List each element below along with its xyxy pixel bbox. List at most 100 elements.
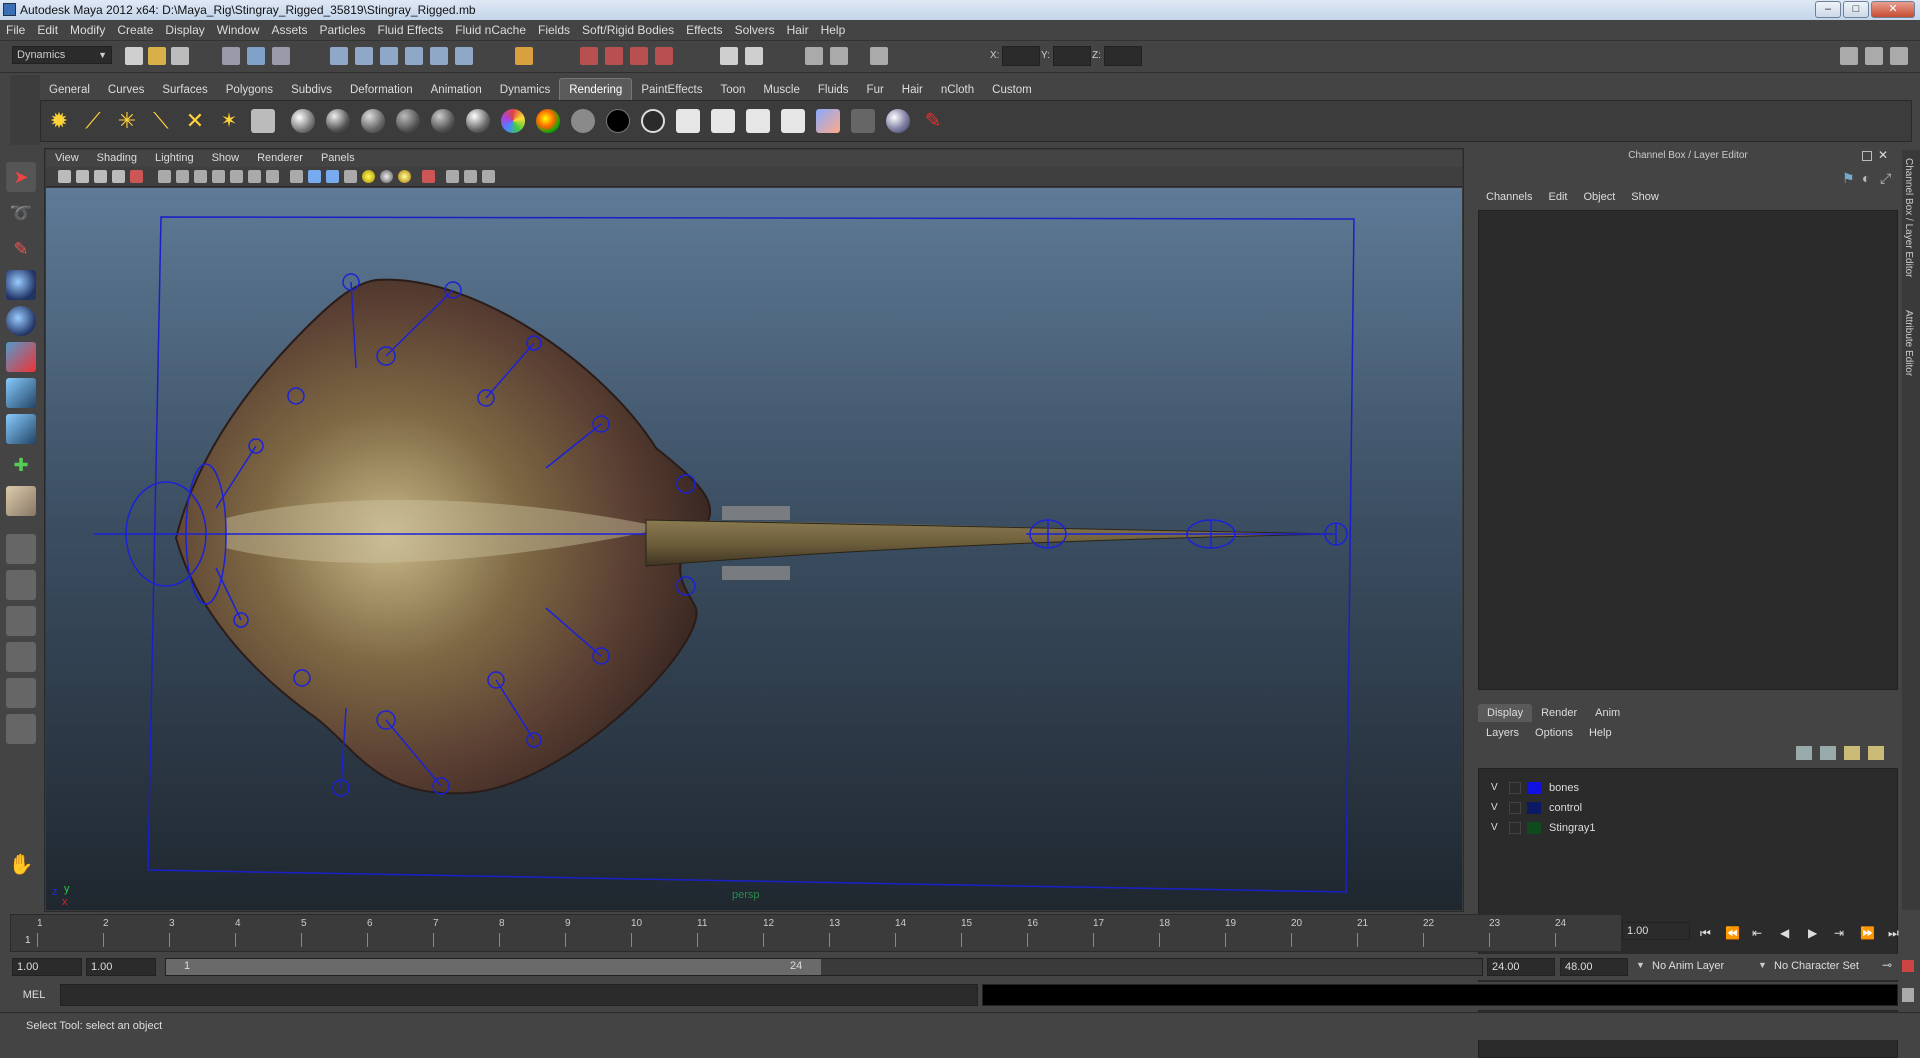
last-tool-icon[interactable] (6, 486, 36, 516)
hud-icon[interactable] (266, 170, 279, 183)
tab-polygons[interactable]: Polygons (217, 79, 282, 101)
preferences-icon[interactable] (1902, 960, 1914, 972)
grid-icon[interactable] (158, 170, 171, 183)
menu-effects[interactable]: Effects (680, 20, 728, 41)
menu-file[interactable]: File (0, 20, 31, 41)
panel-menu-view[interactable]: View (46, 150, 88, 167)
single-perspective-layout-icon[interactable] (6, 534, 36, 564)
magnet-icon[interactable] (515, 47, 533, 65)
go-to-end-icon[interactable]: ⏭ (1888, 926, 1899, 941)
layout-icon[interactable] (1840, 47, 1858, 65)
show-menu[interactable]: Show (1623, 188, 1667, 206)
smooth-shade-icon[interactable] (308, 170, 321, 183)
layer-row[interactable]: V Stingray1 (1479, 819, 1897, 838)
tab-anim[interactable]: Anim (1586, 704, 1629, 722)
layer-color-swatch[interactable] (1527, 802, 1541, 814)
render-view-icon[interactable] (781, 109, 805, 133)
tab-subdivs[interactable]: Subdivs (282, 79, 341, 101)
manip-icon[interactable]: ◐ (1862, 170, 1870, 186)
scale-tool-icon[interactable] (6, 342, 36, 372)
panel-menu-panels[interactable]: Panels (312, 150, 364, 167)
minimize-button[interactable]: – (1815, 1, 1841, 18)
hypershade-layout-icon[interactable] (6, 678, 36, 708)
layers-menu[interactable]: Layers (1478, 724, 1527, 742)
open-scene-icon[interactable] (148, 47, 166, 65)
tab-animation[interactable]: Animation (422, 79, 491, 101)
universal-manip-icon[interactable] (6, 378, 36, 408)
tab-surfaces[interactable]: Surfaces (153, 79, 216, 101)
help-menu[interactable]: Help (1581, 724, 1620, 742)
go-to-start-icon[interactable]: ⏮ (1700, 926, 1711, 941)
lasso-tool-icon[interactable]: ➰ (6, 198, 36, 228)
menuset-dropdown[interactable]: Dynamics ▼ (12, 46, 112, 64)
render-layer-icon[interactable] (851, 109, 875, 133)
start-time-field[interactable]: 1.00 (12, 958, 82, 976)
panel-menu-lighting[interactable]: Lighting (146, 150, 203, 167)
object-menu[interactable]: Object (1575, 188, 1623, 206)
menu-window[interactable]: Window (211, 20, 266, 41)
select-hierarchy-icon[interactable] (222, 47, 240, 65)
tab-general[interactable]: General (40, 79, 99, 101)
make-live-icon[interactable] (430, 47, 448, 65)
menu-fluid-effects[interactable]: Fluid Effects (371, 20, 449, 41)
channel-box-area[interactable] (1478, 210, 1898, 690)
toggle-attr-icon[interactable] (830, 47, 848, 65)
render-icon[interactable] (676, 109, 700, 133)
options-menu[interactable]: Options (1527, 724, 1581, 742)
hypershade-icon[interactable] (655, 47, 673, 65)
panel-menu-shading[interactable]: Shading (88, 150, 146, 167)
move-layer-up-icon[interactable] (1796, 746, 1812, 760)
z-field[interactable] (1104, 46, 1142, 66)
use-all-lights-icon[interactable] (380, 170, 393, 183)
x-field[interactable] (1002, 46, 1040, 66)
paint-brush-icon[interactable]: ✎ (921, 109, 945, 133)
dope-sheet-layout-icon[interactable] (6, 714, 36, 744)
menu-particles[interactable]: Particles (313, 20, 371, 41)
menu-modify[interactable]: Modify (64, 20, 111, 41)
hand-icon[interactable]: ✋ (6, 850, 36, 880)
menu-hair[interactable]: Hair (781, 20, 815, 41)
ambient-shader-icon[interactable] (291, 109, 315, 133)
layer-type-toggle[interactable] (1509, 822, 1521, 834)
input-line-icon[interactable] (720, 47, 738, 65)
camera-attributes-icon[interactable] (76, 170, 89, 183)
use-default-lighting-icon[interactable] (362, 170, 375, 183)
pin-icon[interactable]: ⤢ (1880, 170, 1891, 187)
layer-color-swatch[interactable] (1527, 822, 1541, 834)
menu-create[interactable]: Create (111, 20, 159, 41)
tool-settings-icon[interactable] (1890, 47, 1908, 65)
play-forward-icon[interactable]: ▶ (1808, 926, 1817, 940)
character-set-label[interactable]: No Character Set (1774, 960, 1859, 972)
channels-menu[interactable]: Channels (1478, 188, 1540, 206)
side-tab-channel-box[interactable]: Channel Box / Layer Editor (1903, 158, 1914, 278)
ramp-shader-icon[interactable] (501, 109, 525, 133)
move-tool-icon[interactable] (6, 270, 36, 300)
char-set-chevron-icon[interactable]: ▼ (1758, 960, 1767, 970)
snap-grid-icon[interactable] (330, 47, 348, 65)
menu-assets[interactable]: Assets (265, 20, 313, 41)
time-slider[interactable]: 1 2 3 4 5 6 7 8 9 10 11 12 13 14 15 16 17 18 19 20 21 22 23 24 … (10, 914, 1622, 952)
tab-fluids[interactable]: Fluids (809, 79, 858, 101)
new-scene-icon[interactable] (125, 47, 143, 65)
xray-icon[interactable] (446, 170, 459, 183)
snap-view-plane-icon[interactable] (405, 47, 423, 65)
use-background-icon[interactable] (606, 109, 630, 133)
range-slider[interactable]: 1 24 (165, 958, 1483, 976)
wireframe-icon[interactable] (290, 170, 303, 183)
tab-curves[interactable]: Curves (99, 79, 153, 101)
auto-key-icon[interactable]: ⊸ (1882, 958, 1892, 972)
new-layer-icon[interactable] (1844, 746, 1860, 760)
shading-map-icon[interactable] (536, 109, 560, 133)
move-layer-down-icon[interactable] (1820, 746, 1836, 760)
field-chart-icon[interactable] (194, 170, 207, 183)
wireframe-on-shaded-icon[interactable] (326, 170, 339, 183)
range-slider-handle[interactable] (166, 959, 821, 975)
area-light-icon[interactable]: ✕ (183, 109, 207, 133)
close-button[interactable]: ✕ (1871, 1, 1915, 18)
resolution-gate-icon[interactable] (130, 170, 143, 183)
menu-soft-rigid-bodies[interactable]: Soft/Rigid Bodies (576, 20, 680, 41)
ambient-light-icon[interactable]: ✹ (47, 109, 71, 133)
attribute-editor-icon[interactable] (1865, 47, 1883, 65)
snap-curve-icon[interactable] (355, 47, 373, 65)
tab-fur[interactable]: Fur (858, 79, 893, 101)
